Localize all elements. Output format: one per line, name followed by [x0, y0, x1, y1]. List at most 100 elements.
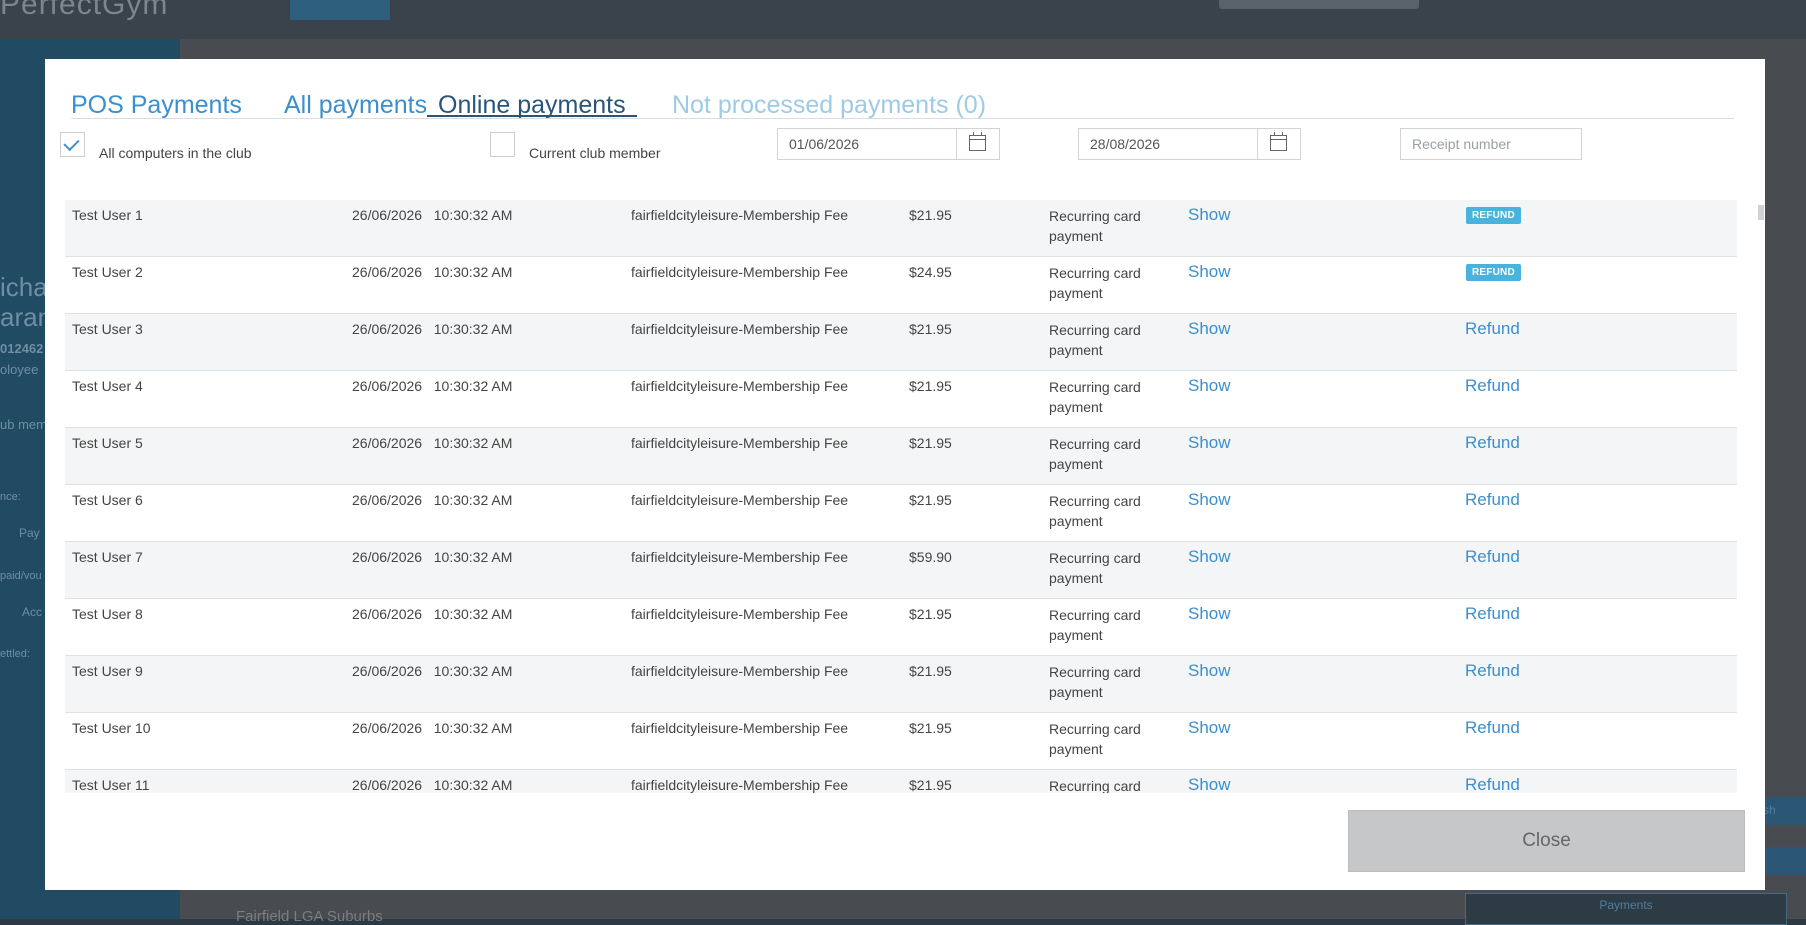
calendar-icon — [1270, 132, 1287, 151]
row-time-value: 10:30:32 AM — [433, 435, 513, 451]
bg-logo: PerfectGym — [0, 0, 169, 21]
row-date: 26/06/2026 10:30:32 AM — [352, 435, 512, 451]
check-icon — [63, 134, 80, 152]
tab-pos-payments[interactable]: POS Payments — [71, 74, 242, 119]
refund-link[interactable]: Refund — [1465, 661, 1520, 681]
row-date-value: 26/06/2026 — [352, 549, 423, 565]
refund-link[interactable]: Refund — [1465, 433, 1520, 453]
row-time-value: 10:30:32 AM — [433, 663, 513, 679]
row-name: Test User 6 — [72, 492, 143, 508]
row-date-value: 26/06/2026 — [352, 492, 423, 508]
scrollbar-thumb[interactable] — [1758, 205, 1764, 220]
date-to-field[interactable]: 28/08/2026 — [1078, 128, 1301, 160]
row-date: 26/06/2026 10:30:32 AM — [352, 720, 512, 736]
show-link[interactable]: Show — [1188, 433, 1231, 453]
row-description: fairfieldcityleisure-Membership Fee — [631, 777, 849, 793]
bg-side-text: icha — [0, 272, 48, 302]
row-name: Test User 3 — [72, 321, 143, 337]
row-payment-type: Recurring card payment — [1049, 208, 1141, 244]
tab-not-processed-payments[interactable]: Not processed payments (0) — [672, 74, 986, 119]
row-name: Test User 10 — [72, 720, 151, 736]
row-time-value: 10:30:32 AM — [433, 492, 513, 508]
refund-link[interactable]: Refund — [1465, 775, 1520, 793]
show-link[interactable]: Show — [1188, 775, 1231, 793]
table-row: Test User 3 26/06/2026 10:30:32 AM fairfie… — [65, 314, 1737, 371]
table-row: Test User 10 26/06/2026 10:30:32 AM fairfi… — [65, 713, 1737, 770]
row-date-value: 26/06/2026 — [352, 663, 423, 679]
row-time-value: 10:30:32 AM — [433, 549, 513, 565]
row-date-value: 26/06/2026 — [352, 720, 423, 736]
row-description: fairfieldcityleisure-Membership Fee — [631, 663, 849, 679]
bg-search — [1219, 0, 1419, 9]
refund-link[interactable]: Refund — [1465, 490, 1520, 510]
table-row: Test User 5 26/06/2026 10:30:32 AM fairfie… — [65, 428, 1737, 485]
row-payment-type: Recurring card payment — [1049, 436, 1141, 472]
close-button[interactable]: Close — [1348, 810, 1745, 872]
row-date: 26/06/2026 10:30:32 AM — [352, 549, 512, 565]
row-date: 26/06/2026 10:30:32 AM — [352, 264, 512, 280]
row-description: fairfieldcityleisure-Membership Fee — [631, 321, 849, 337]
row-description: fairfieldcityleisure-Membership Fee — [631, 264, 849, 280]
row-description: fairfieldcityleisure-Membership Fee — [631, 606, 849, 622]
date-from-calendar-button[interactable] — [956, 129, 999, 159]
show-link[interactable]: Show — [1188, 319, 1231, 339]
show-link[interactable]: Show — [1188, 547, 1231, 567]
refund-badge-button[interactable]: REFUND — [1466, 207, 1521, 224]
row-time-value: 10:30:32 AM — [433, 606, 513, 622]
refund-link[interactable]: Refund — [1465, 376, 1520, 396]
tab-bar: POS Payments All payments Online payment… — [71, 74, 1734, 119]
refund-link[interactable]: Refund — [1465, 604, 1520, 624]
tab-all-payments[interactable]: All payments — [284, 74, 427, 119]
row-amount: $21.95 — [909, 378, 952, 394]
row-date-value: 26/06/2026 — [352, 777, 423, 793]
row-amount: $21.95 — [909, 435, 952, 451]
show-link[interactable]: Show — [1188, 604, 1231, 624]
row-date: 26/06/2026 10:30:32 AM — [352, 492, 512, 508]
row-amount: $59.90 — [909, 549, 952, 565]
date-to-value: 28/08/2026 — [1090, 136, 1161, 152]
row-name: Test User 4 — [72, 378, 143, 394]
row-time-value: 10:30:32 AM — [433, 321, 513, 337]
date-from-field[interactable]: 01/06/2026 — [777, 128, 1000, 160]
show-link[interactable]: Show — [1188, 376, 1231, 396]
row-payment-type: Recurring card payment — [1049, 322, 1141, 358]
row-payment-type: Recurring card payment — [1049, 607, 1141, 643]
row-name: Test User 9 — [72, 663, 143, 679]
show-link[interactable]: Show — [1188, 718, 1231, 738]
bg-side-text: nce: — [0, 491, 21, 503]
row-payment-type: Recurring card — [1049, 778, 1141, 793]
row-date-value: 26/06/2026 — [352, 435, 423, 451]
table-row: Test User 2 26/06/2026 10:30:32 AM fairfie… — [65, 257, 1737, 314]
row-name: Test User 7 — [72, 549, 143, 565]
refund-badge-button[interactable]: REFUND — [1466, 264, 1521, 281]
row-time-value: 10:30:32 AM — [433, 720, 513, 736]
row-name: Test User 11 — [72, 777, 150, 793]
show-link[interactable]: Show — [1188, 262, 1231, 282]
tab-online-payments[interactable]: Online payments — [427, 74, 637, 119]
bg-bottom-label: Fairfield LGA Suburbs — [236, 908, 383, 925]
table-row: Test User 7 26/06/2026 10:30:32 AM fairfie… — [65, 542, 1737, 599]
bg-topbar — [0, 0, 1806, 39]
show-link[interactable]: Show — [1188, 205, 1231, 225]
show-link[interactable]: Show — [1188, 490, 1231, 510]
show-link[interactable]: Show — [1188, 661, 1231, 681]
receipt-number-input[interactable] — [1400, 128, 1582, 160]
bg-tab-active — [290, 0, 390, 20]
all-computers-checkbox[interactable] — [60, 132, 85, 157]
refund-link[interactable]: Refund — [1465, 319, 1520, 339]
calendar-icon — [969, 132, 986, 151]
date-to-calendar-button[interactable] — [1257, 129, 1300, 159]
row-payment-type: Recurring card payment — [1049, 493, 1141, 529]
refund-link[interactable]: Refund — [1465, 547, 1520, 567]
bg-side-text: paid/vou — [0, 570, 42, 582]
current-member-checkbox[interactable] — [490, 132, 515, 157]
payments-modal: POS Payments All payments Online payment… — [45, 59, 1765, 890]
table-row: Test User 11 26/06/2026 10:30:32 AM fairfi… — [65, 770, 1737, 793]
bg-side-text: ub mem — [0, 417, 47, 432]
refund-link[interactable]: Refund — [1465, 718, 1520, 738]
row-amount: $21.95 — [909, 720, 952, 736]
row-date: 26/06/2026 10:30:32 AM — [352, 663, 512, 679]
row-description: fairfieldcityleisure-Membership Fee — [631, 378, 849, 394]
row-description: fairfieldcityleisure-Membership Fee — [631, 720, 849, 736]
row-time-value: 10:30:32 AM — [433, 207, 513, 223]
